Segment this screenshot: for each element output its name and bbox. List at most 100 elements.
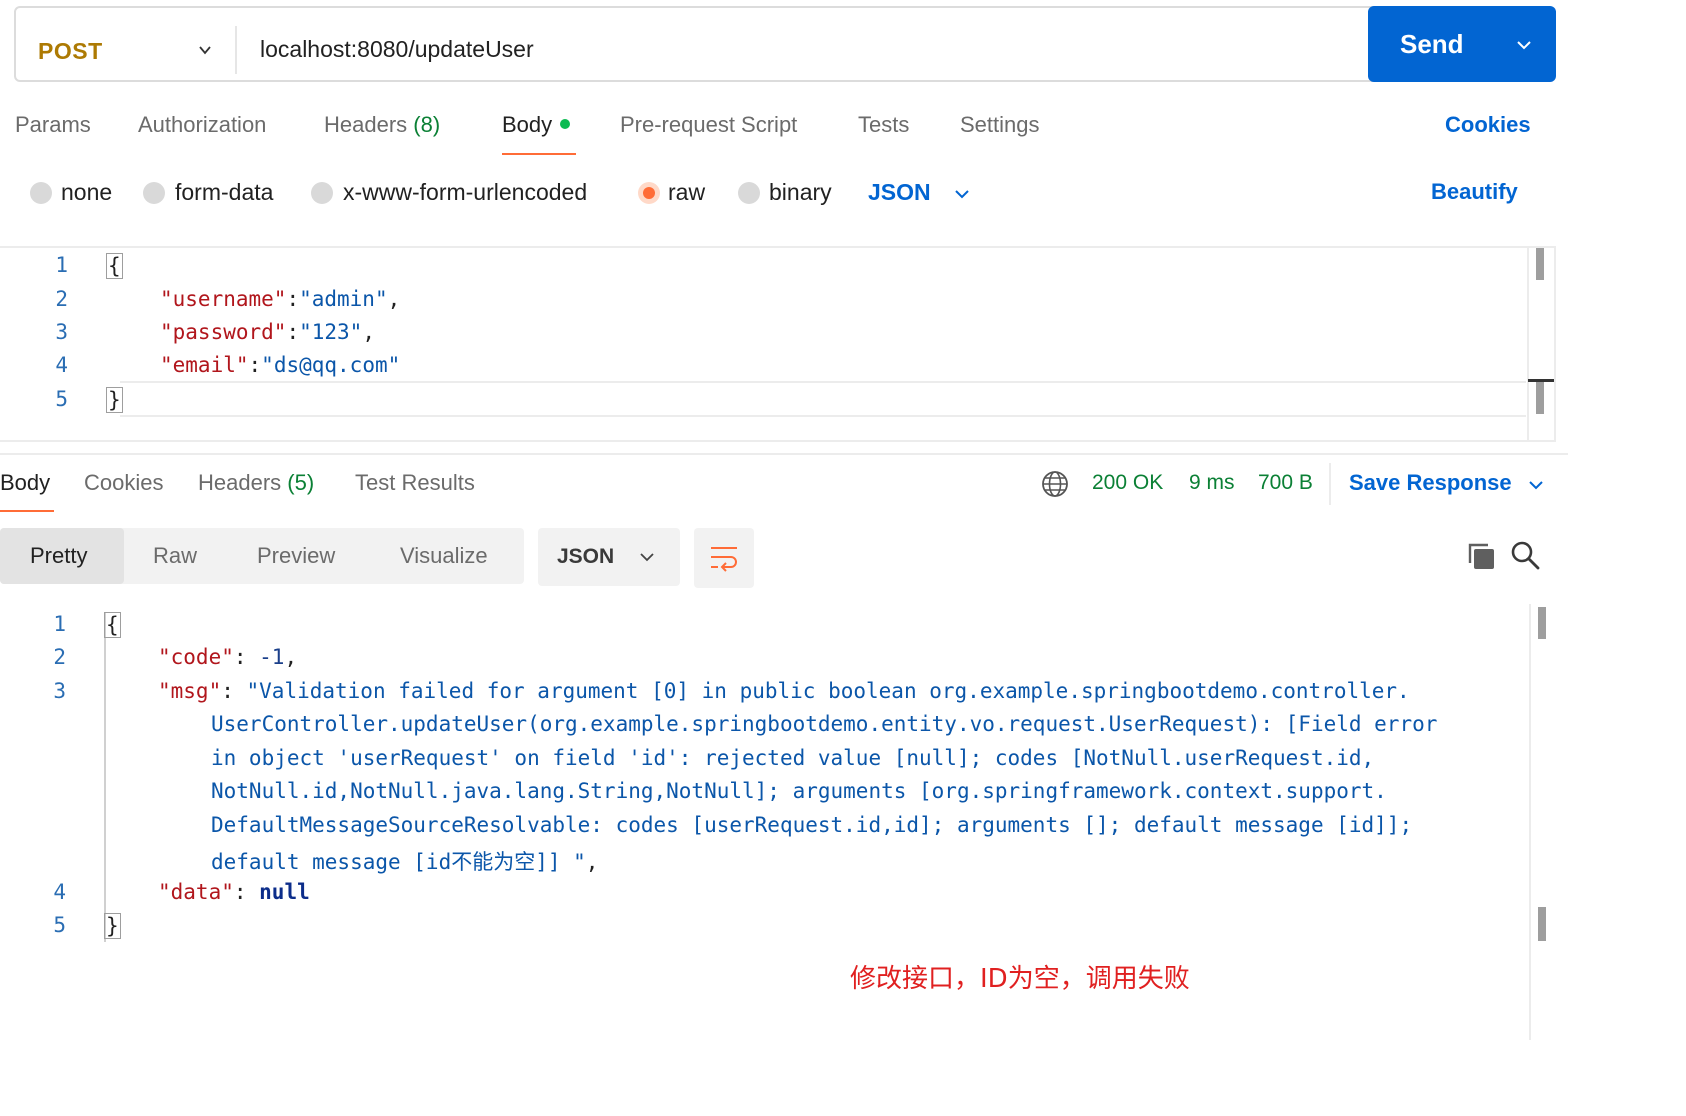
tab-headers-label: Headers (324, 112, 408, 137)
response-tab-headers[interactable]: Headers (5) (198, 470, 314, 496)
tab-settings[interactable]: Settings (960, 112, 1040, 138)
json-null: null (259, 880, 310, 904)
close-brace: } (104, 913, 121, 939)
radio-form-data-label: form-data (175, 179, 274, 205)
request-url-bar: POST localhost:8080/updateUser (14, 6, 1456, 82)
radio-urlencoded[interactable] (311, 182, 333, 204)
view-mode-pretty[interactable]: Pretty (30, 543, 87, 569)
json-value: "123" (299, 320, 363, 344)
json-value: "admin" (299, 287, 388, 311)
chevron-down-icon[interactable] (199, 44, 211, 56)
json-string-wrap: in object 'userRequest' on field 'id': r… (211, 746, 1375, 770)
line-number: 3 (53, 679, 66, 703)
tab-pre-request-script[interactable]: Pre-request Script (620, 112, 797, 138)
response-scrollbar-thumb[interactable] (1538, 607, 1546, 639)
response-tab-body[interactable]: Body (0, 470, 50, 496)
json-value: "ds@qq.com" (261, 353, 401, 377)
current-line-highlight (120, 381, 1526, 417)
editor-scrollbar-thumb[interactable] (1536, 248, 1544, 280)
status-divider (1329, 463, 1331, 505)
view-mode-preview[interactable]: Preview (257, 543, 335, 569)
send-button[interactable]: Send (1368, 6, 1556, 82)
save-response-button[interactable]: Save Response (1349, 470, 1512, 496)
modified-dot (560, 119, 571, 130)
editor-scrollbar-marker (1536, 382, 1544, 414)
radio-raw[interactable] (638, 182, 660, 204)
method-select[interactable]: POST (38, 38, 103, 65)
response-time[interactable]: 9 ms (1189, 471, 1235, 495)
url-input[interactable]: localhost:8080/updateUser (260, 36, 534, 63)
line-number: 4 (53, 880, 66, 904)
json-key: "data" (158, 880, 234, 904)
line-number: 1 (55, 253, 68, 277)
line-number: 3 (55, 320, 68, 344)
response-format-select[interactable]: JSON (538, 528, 680, 586)
search-icon[interactable] (1510, 540, 1540, 570)
active-tab-indicator (502, 153, 576, 155)
response-tab-test-results[interactable]: Test Results (355, 470, 475, 496)
code-line: "password":"123", (160, 320, 375, 344)
code-line: "data": null (158, 880, 310, 904)
view-mode-raw[interactable]: Raw (153, 543, 197, 569)
radio-binary[interactable] (738, 182, 760, 204)
json-number: -1 (259, 645, 285, 669)
chevron-down-icon[interactable] (1529, 478, 1543, 492)
tab-body-label: Body (502, 112, 553, 137)
tab-tests[interactable]: Tests (858, 112, 909, 138)
line-number: 1 (53, 612, 66, 636)
line-number: 4 (55, 353, 68, 377)
json-string: "Validation failed for argument [0] in p… (246, 679, 1410, 703)
line-number: 2 (53, 645, 66, 669)
active-tab-indicator (0, 510, 54, 512)
line-number: 2 (55, 287, 68, 311)
line-number: 5 (55, 387, 68, 411)
radio-binary-label: binary (769, 179, 832, 205)
radio-none-label: none (61, 179, 113, 205)
view-mode-visualize[interactable]: Visualize (400, 543, 488, 569)
code-line: default message [id不能为空]] ", (211, 850, 599, 874)
json-string-wrap: default message [id不能为空]] " (211, 850, 586, 874)
code-line: "username":"admin", (160, 287, 401, 311)
section-divider[interactable] (0, 453, 1568, 455)
chevron-down-icon (640, 553, 654, 562)
wrap-lines-button[interactable] (694, 528, 754, 588)
code-line: "email":"ds@qq.com" (160, 353, 401, 377)
chevron-down-icon[interactable] (955, 187, 969, 201)
response-tab-cookies[interactable]: Cookies (84, 470, 163, 496)
headers-count: (8) (413, 112, 441, 137)
copy-icon[interactable] (1466, 541, 1496, 571)
json-string-wrap: NotNull.id,NotNull.java.lang.String,NotN… (211, 779, 1387, 803)
response-scrollbar-marker (1538, 907, 1546, 941)
tab-params[interactable]: Params (15, 112, 91, 138)
chevron-down-icon[interactable] (1517, 38, 1531, 52)
close-brace: } (106, 387, 123, 413)
response-size[interactable]: 700 B (1258, 471, 1313, 495)
line-number: 5 (53, 913, 66, 937)
radio-urlencoded-label: x-www-form-urlencoded (343, 179, 588, 205)
json-string-wrap: DefaultMessageSourceResolvable: codes [u… (211, 813, 1413, 837)
radio-raw-label: raw (668, 179, 706, 205)
response-gutter-line (104, 612, 106, 942)
response-scroll-track (1529, 604, 1531, 1040)
json-key: "msg" (158, 679, 222, 703)
cookies-link[interactable]: Cookies (1445, 112, 1531, 138)
code-line: "msg": "Validation failed for argument [… (158, 679, 1410, 703)
tab-authorization[interactable]: Authorization (138, 112, 266, 138)
send-label: Send (1400, 29, 1464, 59)
status-code[interactable]: 200 OK (1092, 471, 1163, 495)
tab-body[interactable]: Body (502, 112, 571, 138)
response-format-label: JSON (557, 545, 615, 568)
radio-form-data[interactable] (143, 182, 165, 204)
json-string-wrap: UserController.updateUser(org.example.sp… (211, 712, 1438, 736)
beautify-button[interactable]: Beautify (1431, 179, 1518, 205)
tab-headers[interactable]: Headers (8) (324, 112, 440, 138)
response-headers-count: (5) (287, 470, 315, 495)
url-divider (235, 26, 237, 74)
code-line: "code": -1, (158, 645, 298, 669)
globe-icon[interactable] (1041, 470, 1069, 498)
body-language-select[interactable]: JSON (868, 179, 931, 206)
json-key: "password" (160, 320, 287, 344)
editor-scroll-track (1527, 248, 1529, 440)
response-tab-headers-label: Headers (198, 470, 282, 495)
radio-none[interactable] (30, 182, 52, 204)
